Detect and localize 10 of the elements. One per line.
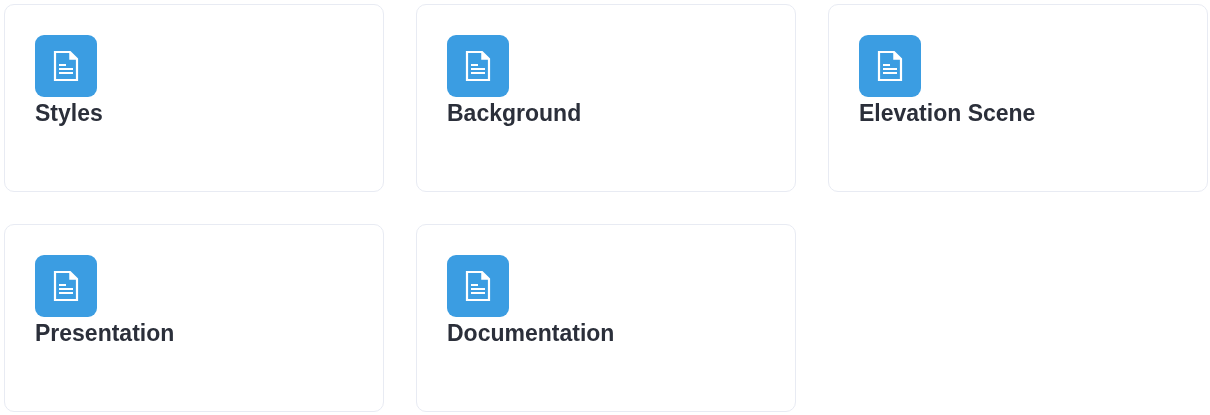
card-title[interactable]: Styles: [35, 100, 353, 128]
document-icon: [859, 35, 921, 97]
document-icon: [447, 35, 509, 97]
document-icon: [35, 255, 97, 317]
card-title[interactable]: Elevation Scene: [859, 100, 1177, 128]
card-title[interactable]: Documentation: [447, 320, 765, 348]
document-icon: [447, 255, 509, 317]
card-title[interactable]: Background: [447, 100, 765, 128]
card-title[interactable]: Presentation: [35, 320, 353, 348]
document-icon: [35, 35, 97, 97]
